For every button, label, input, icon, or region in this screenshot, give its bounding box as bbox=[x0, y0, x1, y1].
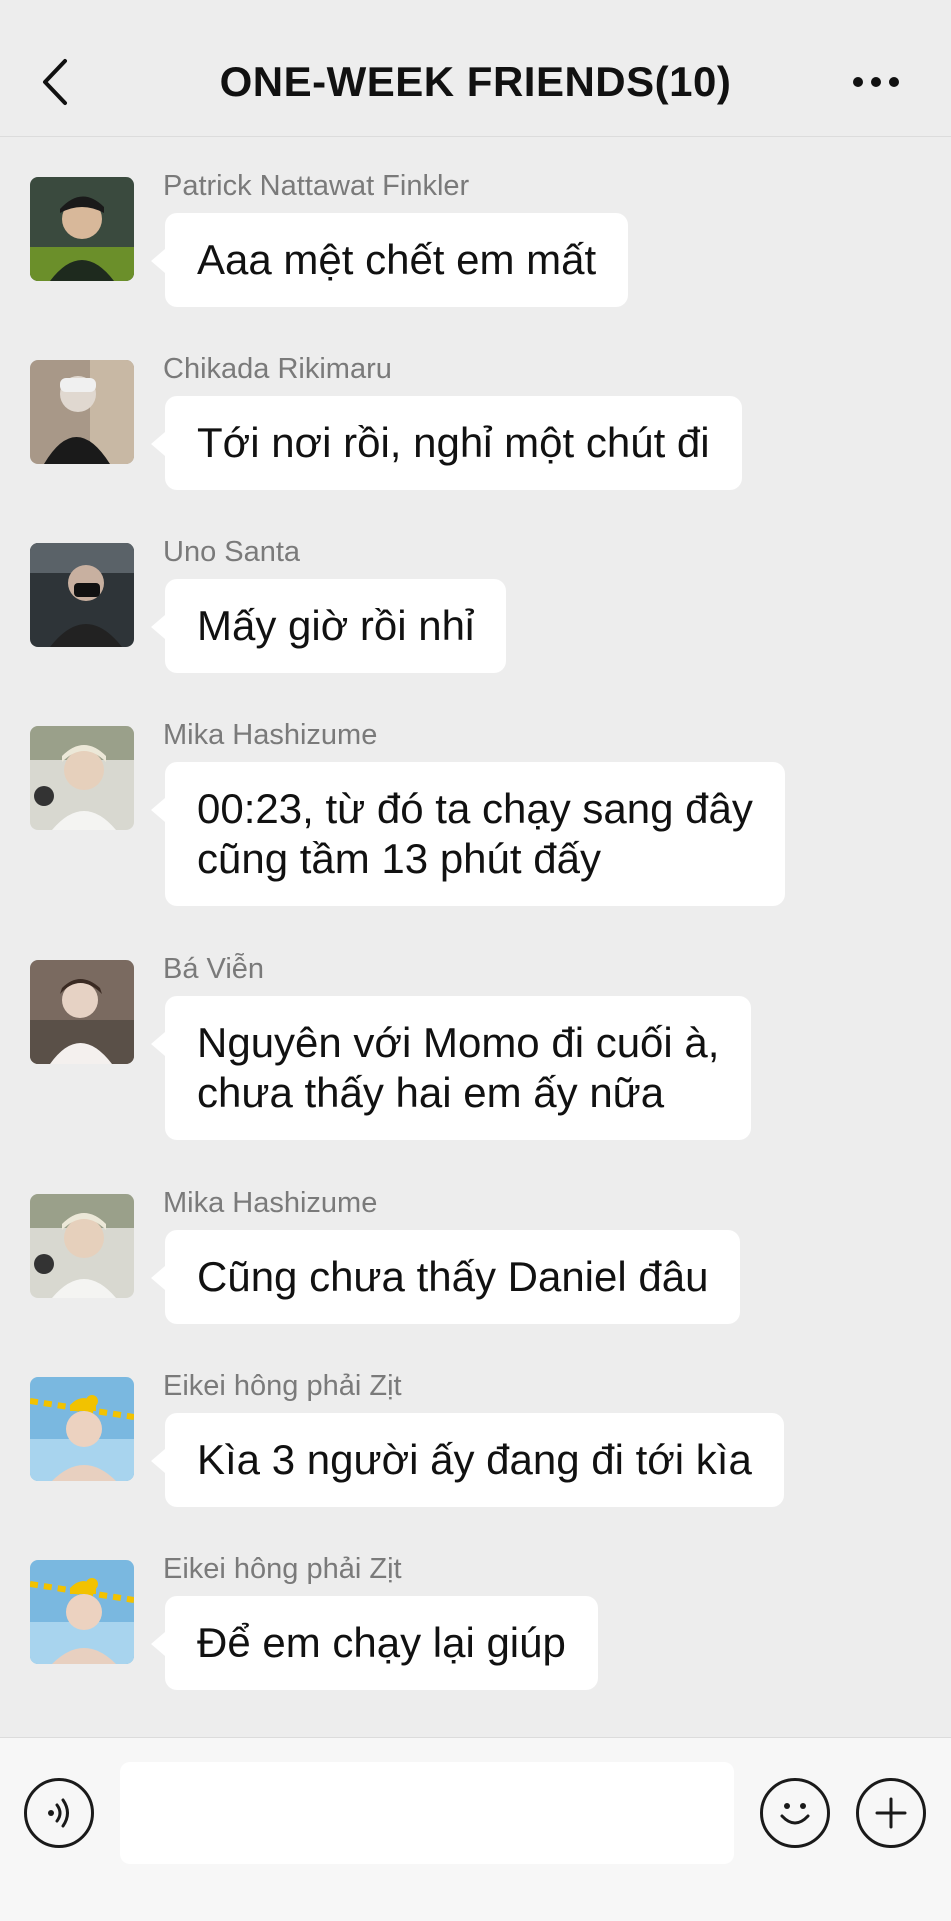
sender-name: Chikada Rikimaru bbox=[163, 353, 392, 385]
message-item: Eikei hông phải Zịt Để em chạy lại giúp bbox=[0, 1520, 951, 1703]
emoji-icon bbox=[780, 1803, 810, 1825]
message-text: chưa thấy hai em ấy nữa bbox=[197, 1069, 665, 1116]
message-item: Patrick Nattawat Finkler Aaa mệt chết em… bbox=[0, 137, 951, 320]
sender-name: Mika Hashizume bbox=[163, 719, 378, 751]
chevron-left-icon bbox=[43, 59, 67, 105]
chat-header: ONE-WEEK FRIENDS(10) bbox=[0, 0, 951, 137]
avatar[interactable] bbox=[30, 1377, 134, 1481]
sender-name: Bá Viễn bbox=[163, 953, 265, 985]
message-item: Mika Hashizume Cũng chưa thấy Daniel đâu bbox=[0, 1154, 951, 1337]
avatar-image bbox=[30, 177, 134, 281]
message-bubble[interactable]: Mấy giờ rồi nhỉ bbox=[150, 579, 507, 673]
avatar[interactable] bbox=[30, 543, 134, 647]
plus-icon bbox=[875, 1797, 907, 1829]
back-button[interactable] bbox=[28, 46, 80, 118]
avatar-image bbox=[30, 360, 134, 464]
avatar-image bbox=[30, 960, 134, 1064]
message-input[interactable] bbox=[120, 1762, 734, 1864]
page-title: ONE-WEEK FRIENDS(10) bbox=[219, 58, 732, 105]
message-bubble[interactable]: Kìa 3 người ấy đang đi tới kìa bbox=[151, 1413, 784, 1507]
message-text: Để em chạy lại giúp bbox=[197, 1619, 566, 1666]
message-bubble[interactable]: Để em chạy lại giúp bbox=[151, 1596, 598, 1690]
sender-name: Mika Hashizume bbox=[163, 1187, 378, 1219]
chat-messages[interactable]: Patrick Nattawat Finkler Aaa mệt chết em… bbox=[0, 137, 951, 1737]
message-bubble[interactable]: Tới nơi rồi, nghỉ một chút đi bbox=[151, 396, 742, 490]
avatar-image bbox=[30, 1377, 134, 1481]
avatar-image bbox=[30, 726, 134, 830]
sender-name: Patrick Nattawat Finkler bbox=[163, 170, 470, 202]
voice-button[interactable] bbox=[24, 1778, 94, 1848]
plus-button[interactable] bbox=[856, 1778, 926, 1848]
message-text: Tới nơi rồi, nghỉ một chút đi bbox=[197, 419, 710, 466]
message-item: Mika Hashizume 00:23, từ đó ta chạy sang… bbox=[0, 686, 951, 920]
voice-icon bbox=[48, 1798, 69, 1828]
message-bubble[interactable]: Nguyên với Momo đi cuối à, chưa thấy hai… bbox=[150, 996, 752, 1140]
avatar[interactable] bbox=[30, 360, 134, 464]
more-dot bbox=[889, 77, 899, 87]
message-bubble[interactable]: 00:23, từ đó ta chạy sang đây cũng tầm 1… bbox=[151, 762, 785, 906]
message-text: Kìa 3 người ấy đang đi tới kìa bbox=[197, 1436, 752, 1483]
message-bubble[interactable]: Cũng chưa thấy Daniel đâu bbox=[150, 1230, 741, 1324]
message-item: Eikei hông phải Zịt Kìa 3 người ấy đang … bbox=[0, 1337, 951, 1520]
avatar[interactable] bbox=[30, 1560, 134, 1664]
input-bar bbox=[0, 1737, 951, 1921]
sender-name: Uno Santa bbox=[163, 536, 301, 568]
more-dots-icon bbox=[853, 77, 863, 87]
message-text: Mấy giờ rồi nhỉ bbox=[197, 602, 475, 649]
avatar[interactable] bbox=[30, 177, 134, 281]
emoji-button[interactable] bbox=[760, 1778, 830, 1848]
message-text: Nguyên với Momo đi cuối à, bbox=[197, 1019, 720, 1066]
message-item: Chikada Rikimaru Tới nơi rồi, nghỉ một c… bbox=[0, 320, 951, 503]
avatar[interactable] bbox=[30, 960, 134, 1064]
avatar-image bbox=[30, 1560, 134, 1664]
message-item: Uno Santa Mấy giờ rồi nhỉ bbox=[0, 503, 951, 686]
message-text: cũng tầm 13 phút đấy bbox=[197, 835, 601, 882]
avatar-image bbox=[30, 543, 134, 647]
more-button[interactable] bbox=[841, 56, 911, 108]
avatar[interactable] bbox=[30, 726, 134, 830]
sender-name: Eikei hông phải Zịt bbox=[163, 1553, 402, 1585]
message-text: Aaa mệt chết em mất bbox=[197, 236, 597, 283]
avatar[interactable] bbox=[30, 1194, 134, 1298]
sender-name: Eikei hông phải Zịt bbox=[163, 1370, 402, 1402]
more-dot bbox=[871, 77, 881, 87]
message-item: Bá Viễn Nguyên với Momo đi cuối à, chưa … bbox=[0, 920, 951, 1154]
avatar-image bbox=[30, 1194, 134, 1298]
message-bubble[interactable]: Aaa mệt chết em mất bbox=[150, 213, 629, 307]
message-text: Cũng chưa thấy Daniel đâu bbox=[197, 1253, 709, 1300]
message-text: 00:23, từ đó ta chạy sang đây bbox=[197, 785, 753, 832]
